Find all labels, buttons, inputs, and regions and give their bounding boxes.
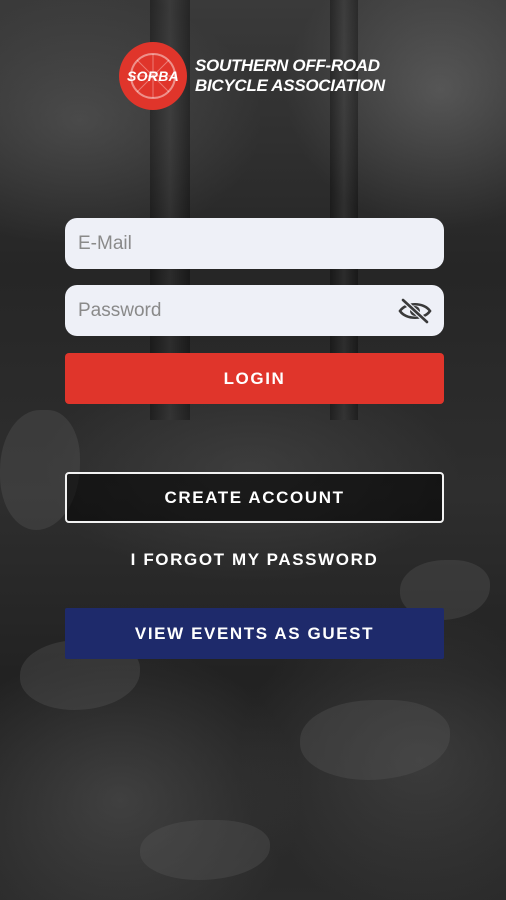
sorba-badge: SORBA [119, 42, 187, 110]
password-field[interactable] [65, 285, 444, 336]
password-input[interactable] [65, 285, 444, 336]
organization-name: SOUTHERN OFF-ROAD BICYCLE ASSOCIATION [195, 56, 385, 95]
view-events-as-guest-button[interactable]: VIEW EVENTS AS GUEST [65, 608, 444, 659]
eye-slash-icon[interactable] [398, 297, 432, 325]
login-button-label: LOGIN [223, 368, 286, 388]
forgot-password-link[interactable]: I FORGOT MY PASSWORD [65, 550, 444, 576]
create-account-label: CREATE ACCOUNT [164, 487, 345, 507]
create-account-button[interactable]: CREATE ACCOUNT [65, 472, 444, 523]
login-button[interactable]: LOGIN [65, 353, 444, 404]
email-input[interactable] [65, 218, 444, 269]
guest-button-label: VIEW EVENTS AS GUEST [134, 623, 375, 643]
email-field[interactable] [65, 218, 444, 269]
logo-badge-text: SORBA [126, 68, 180, 84]
sorba-logo: SORBA SOUTHERN OFF-ROAD BICYCLE ASSOCIAT… [119, 42, 385, 110]
background-photo [0, 0, 506, 900]
